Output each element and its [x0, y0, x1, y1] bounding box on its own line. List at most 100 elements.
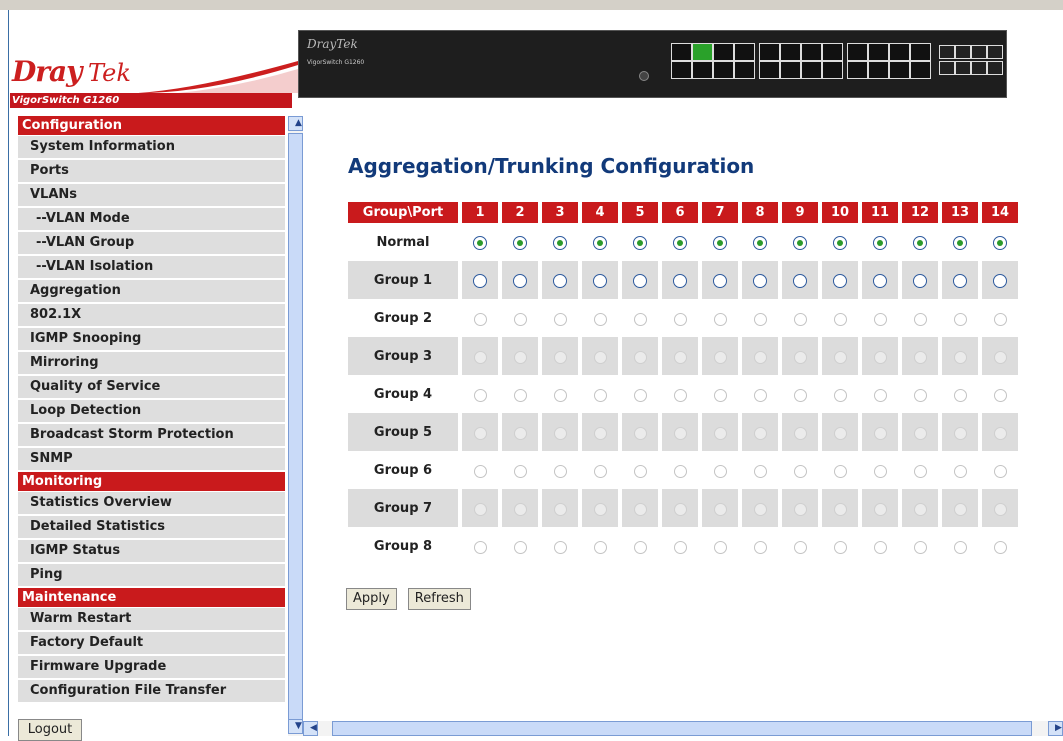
- radio-unchecked[interactable]: [913, 540, 927, 554]
- radio-unchecked[interactable]: [593, 312, 607, 326]
- radio-unchecked[interactable]: [793, 274, 807, 288]
- radio-unchecked[interactable]: [953, 388, 967, 402]
- radio-unchecked[interactable]: [553, 312, 567, 326]
- sidebar-item[interactable]: VLANs: [18, 184, 285, 206]
- radio-unchecked[interactable]: [473, 312, 487, 326]
- radio-unchecked[interactable]: [833, 350, 847, 364]
- radio-unchecked[interactable]: [953, 540, 967, 554]
- radio-unchecked[interactable]: [993, 540, 1007, 554]
- radio-unchecked[interactable]: [713, 274, 727, 288]
- vertical-scrollbar[interactable]: ▲ ▼: [288, 116, 303, 736]
- radio-unchecked[interactable]: [553, 502, 567, 516]
- radio-unchecked[interactable]: [913, 464, 927, 478]
- sidebar-item[interactable]: Aggregation: [18, 280, 285, 302]
- radio-checked[interactable]: [993, 236, 1007, 250]
- radio-unchecked[interactable]: [513, 312, 527, 326]
- radio-unchecked[interactable]: [553, 388, 567, 402]
- radio-unchecked[interactable]: [913, 274, 927, 288]
- radio-unchecked[interactable]: [913, 388, 927, 402]
- sidebar-item[interactable]: Quality of Service: [18, 376, 285, 398]
- scroll-right-icon[interactable]: ▶: [1048, 721, 1063, 736]
- radio-unchecked[interactable]: [553, 274, 567, 288]
- radio-unchecked[interactable]: [473, 388, 487, 402]
- scroll-up-icon[interactable]: ▲: [288, 116, 303, 131]
- radio-unchecked[interactable]: [713, 502, 727, 516]
- radio-unchecked[interactable]: [473, 540, 487, 554]
- sidebar-item[interactable]: System Information: [18, 136, 285, 158]
- radio-unchecked[interactable]: [633, 502, 647, 516]
- sidebar-item[interactable]: Statistics Overview: [18, 492, 285, 514]
- radio-unchecked[interactable]: [713, 540, 727, 554]
- radio-unchecked[interactable]: [753, 426, 767, 440]
- radio-unchecked[interactable]: [513, 464, 527, 478]
- radio-checked[interactable]: [473, 236, 487, 250]
- radio-unchecked[interactable]: [593, 274, 607, 288]
- radio-unchecked[interactable]: [553, 464, 567, 478]
- sidebar-item[interactable]: Mirroring: [18, 352, 285, 374]
- radio-unchecked[interactable]: [633, 540, 647, 554]
- radio-unchecked[interactable]: [753, 350, 767, 364]
- radio-unchecked[interactable]: [793, 312, 807, 326]
- radio-unchecked[interactable]: [753, 540, 767, 554]
- radio-unchecked[interactable]: [833, 464, 847, 478]
- radio-unchecked[interactable]: [513, 426, 527, 440]
- radio-unchecked[interactable]: [993, 388, 1007, 402]
- radio-unchecked[interactable]: [793, 464, 807, 478]
- radio-unchecked[interactable]: [953, 350, 967, 364]
- radio-unchecked[interactable]: [473, 464, 487, 478]
- sidebar-item[interactable]: IGMP Snooping: [18, 328, 285, 350]
- sidebar-item[interactable]: Loop Detection: [18, 400, 285, 422]
- sidebar-item[interactable]: Detailed Statistics: [18, 516, 285, 538]
- radio-unchecked[interactable]: [953, 502, 967, 516]
- radio-unchecked[interactable]: [673, 312, 687, 326]
- radio-unchecked[interactable]: [833, 274, 847, 288]
- radio-unchecked[interactable]: [873, 464, 887, 478]
- radio-unchecked[interactable]: [633, 426, 647, 440]
- radio-checked[interactable]: [833, 236, 847, 250]
- radio-unchecked[interactable]: [713, 426, 727, 440]
- radio-unchecked[interactable]: [993, 312, 1007, 326]
- scroll-left-icon[interactable]: ◀: [303, 721, 318, 736]
- sidebar-item[interactable]: Broadcast Storm Protection: [18, 424, 285, 446]
- radio-unchecked[interactable]: [953, 426, 967, 440]
- radio-unchecked[interactable]: [673, 426, 687, 440]
- radio-unchecked[interactable]: [713, 312, 727, 326]
- radio-unchecked[interactable]: [753, 464, 767, 478]
- radio-unchecked[interactable]: [953, 464, 967, 478]
- radio-unchecked[interactable]: [913, 502, 927, 516]
- radio-unchecked[interactable]: [873, 350, 887, 364]
- radio-unchecked[interactable]: [993, 350, 1007, 364]
- radio-unchecked[interactable]: [793, 350, 807, 364]
- radio-unchecked[interactable]: [873, 312, 887, 326]
- radio-unchecked[interactable]: [993, 274, 1007, 288]
- radio-unchecked[interactable]: [673, 274, 687, 288]
- radio-checked[interactable]: [953, 236, 967, 250]
- sidebar-item[interactable]: --VLAN Group: [18, 232, 285, 254]
- radio-unchecked[interactable]: [513, 274, 527, 288]
- radio-checked[interactable]: [873, 236, 887, 250]
- sidebar-item[interactable]: IGMP Status: [18, 540, 285, 562]
- radio-unchecked[interactable]: [793, 388, 807, 402]
- radio-unchecked[interactable]: [753, 388, 767, 402]
- radio-unchecked[interactable]: [593, 350, 607, 364]
- radio-unchecked[interactable]: [833, 502, 847, 516]
- radio-unchecked[interactable]: [873, 502, 887, 516]
- radio-unchecked[interactable]: [513, 540, 527, 554]
- radio-unchecked[interactable]: [553, 540, 567, 554]
- radio-unchecked[interactable]: [913, 350, 927, 364]
- sidebar-item[interactable]: Ping: [18, 564, 285, 586]
- radio-unchecked[interactable]: [873, 540, 887, 554]
- radio-checked[interactable]: [673, 236, 687, 250]
- radio-unchecked[interactable]: [713, 388, 727, 402]
- logout-button[interactable]: Logout: [18, 719, 82, 741]
- radio-unchecked[interactable]: [673, 464, 687, 478]
- radio-unchecked[interactable]: [593, 540, 607, 554]
- radio-unchecked[interactable]: [793, 426, 807, 440]
- radio-unchecked[interactable]: [993, 464, 1007, 478]
- sidebar-item[interactable]: Configuration File Transfer: [18, 680, 285, 702]
- radio-unchecked[interactable]: [873, 426, 887, 440]
- radio-unchecked[interactable]: [793, 540, 807, 554]
- radio-unchecked[interactable]: [873, 388, 887, 402]
- radio-unchecked[interactable]: [753, 502, 767, 516]
- radio-unchecked[interactable]: [833, 388, 847, 402]
